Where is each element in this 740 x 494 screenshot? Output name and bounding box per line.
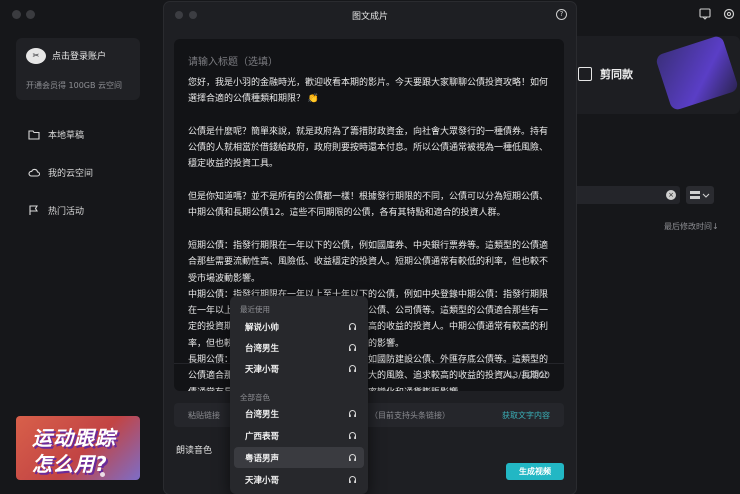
home-right-panel: 剪同款 × 最后修改时间↓ — [564, 0, 740, 494]
sidebar-item-label: 本地草稿 — [48, 130, 85, 141]
settings-icon[interactable] — [722, 7, 736, 21]
help-icon[interactable]: ? — [556, 9, 567, 20]
link-input[interactable]: 粘贴链接 — [188, 410, 220, 421]
headphones-icon[interactable] — [348, 453, 357, 462]
jianying-logo-icon: ✂ — [26, 48, 46, 64]
char-count: 743/20000 — [501, 371, 550, 381]
voice-option-selected[interactable]: 粤语男声 — [234, 447, 364, 468]
view-toggle-button[interactable] — [686, 186, 714, 204]
voice-option-label: 台湾男生 — [245, 410, 280, 420]
voice-option[interactable]: 广西表哥 — [234, 425, 364, 446]
voice-option[interactable]: 台湾男生 — [234, 403, 364, 424]
text-to-video-dialog: 图文成片 ? 请输入标题（选填） 您好，我是小羽的金融時光，歡迎收看本期的影片。… — [164, 2, 576, 494]
headphones-icon[interactable] — [348, 322, 357, 331]
voice-option-label: 粤语男声 — [245, 454, 280, 464]
generate-video-button[interactable]: 生成视频 — [506, 463, 564, 480]
fetch-text-button[interactable]: 获取文字内容 — [502, 410, 550, 421]
sidebar-item-hot-events[interactable]: 热门活动 — [28, 202, 84, 218]
cloud-icon — [28, 168, 40, 177]
sidebar-item-local-drafts[interactable]: 本地草稿 — [28, 126, 84, 142]
headphones-icon[interactable] — [348, 409, 357, 418]
carousel-dot[interactable] — [100, 472, 105, 477]
folder-icon — [28, 129, 40, 140]
search-input[interactable] — [564, 186, 680, 204]
voice-option[interactable]: 台湾男生 — [234, 337, 364, 358]
headphones-icon[interactable] — [348, 364, 357, 373]
sidebar-item-cloud-space[interactable]: 我的云空间 — [28, 164, 93, 180]
voice-option-label: 台湾男生 — [245, 344, 280, 354]
promo-line-2: 怎么用? — [32, 452, 108, 476]
title-input[interactable]: 请输入标题（选填） — [188, 53, 278, 68]
voice-option[interactable]: 天津小哥 — [234, 469, 364, 490]
headphones-icon[interactable] — [348, 343, 357, 352]
headphones-icon[interactable] — [348, 431, 357, 440]
voice-option-label: 广西表哥 — [245, 432, 280, 442]
window-minimize-button[interactable] — [26, 10, 35, 19]
message-icon[interactable] — [698, 7, 712, 21]
promo-banner[interactable]: 运动跟踪 怎么用? — [16, 416, 140, 480]
headphones-icon[interactable] — [348, 475, 357, 484]
template-thumbnail — [654, 36, 740, 112]
clear-icon[interactable]: × — [666, 190, 676, 200]
recent-voices-heading: 最近使用 — [240, 305, 270, 314]
sort-label[interactable]: 最后修改时间↓ — [664, 221, 719, 232]
login-title[interactable]: 点击登录账户 — [52, 49, 106, 62]
promo-line-1: 运动跟踪 — [32, 426, 116, 450]
list-view-icon — [690, 191, 710, 199]
flag-icon — [29, 204, 38, 215]
sidebar: ✂ 点击登录账户 开通会员得 100GB 云空间 本地草稿 我的云空间 热门活动… — [0, 30, 160, 494]
voice-dropdown: 最近使用 解说小帅 台湾男生 天津小哥 全部音色 台湾男生 广西表哥 粤语男声 … — [230, 296, 368, 494]
sidebar-item-label: 我的云空间 — [48, 168, 94, 179]
login-subtitle: 开通会员得 100GB 云空间 — [26, 81, 123, 90]
voice-option-label: 天津小哥 — [245, 365, 280, 375]
voice-option-label: 解说小帅 — [245, 323, 280, 333]
template-icon — [578, 67, 592, 81]
voice-label: 朗读音色 — [176, 446, 213, 456]
login-card[interactable]: ✂ 点击登录账户 开通会员得 100GB 云空间 — [16, 38, 140, 100]
window-close-button[interactable] — [12, 10, 21, 19]
voice-option[interactable]: 解说小帅 — [234, 316, 364, 337]
voice-option[interactable]: 天津小哥 — [234, 358, 364, 379]
all-voices-heading: 全部音色 — [240, 393, 270, 402]
dialog-title: 图文成片 — [351, 12, 388, 22]
template-card-label: 剪同款 — [600, 68, 633, 81]
template-card[interactable]: 剪同款 — [564, 36, 740, 114]
voice-option-label: 天津小哥 — [245, 476, 280, 486]
link-hint: （目前支持头条链接） — [370, 411, 450, 420]
sidebar-item-label: 热门活动 — [48, 206, 85, 217]
